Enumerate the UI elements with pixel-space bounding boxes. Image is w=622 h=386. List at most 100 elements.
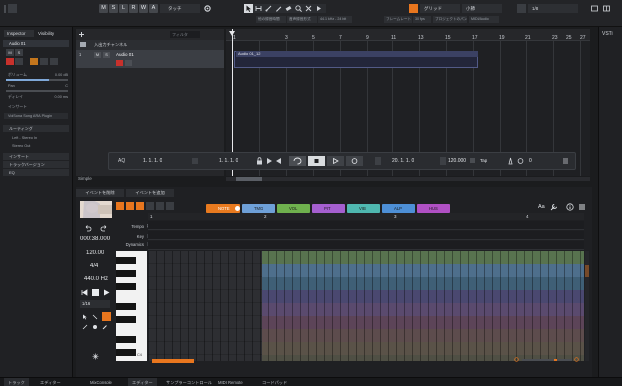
write-mode-button[interactable]: W [139, 4, 148, 13]
punch-in-icon[interactable] [266, 157, 273, 165]
pan-slider[interactable] [6, 90, 68, 92]
zoom-in-icon[interactable] [574, 357, 580, 363]
mute-mode-button[interactable]: M [99, 4, 108, 13]
zoom-tool-icon[interactable] [294, 4, 303, 13]
track-monitor-button[interactable] [125, 60, 132, 66]
right-locator-display[interactable]: 1. 1. 1. 0 [219, 158, 238, 164]
track-solo-button[interactable]: S [103, 52, 110, 58]
track-record-button[interactable] [116, 60, 123, 66]
section-eq[interactable]: EQ [3, 169, 69, 176]
toolbar-button-2[interactable] [8, 4, 17, 13]
tempo-display[interactable]: 120.000 [448, 158, 466, 164]
mute-tool-icon[interactable] [304, 4, 313, 13]
wrench-icon[interactable] [550, 203, 558, 211]
tab-inspector[interactable]: Inspector [4, 30, 34, 37]
draw-tool-icon[interactable] [274, 4, 283, 13]
pencil-tool-icon[interactable] [102, 312, 111, 321]
track-filter-input[interactable]: フィルタ [170, 31, 200, 38]
play-button[interactable] [327, 156, 344, 166]
tab-track[interactable]: トラック [4, 378, 29, 386]
eraser-tool-icon[interactable] [92, 324, 98, 330]
lock-icon[interactable] [256, 157, 263, 165]
section-inserts[interactable]: インサート [3, 153, 69, 160]
solo-mode-button[interactable]: S [109, 4, 118, 13]
click-toggle-icon[interactable] [507, 157, 514, 165]
read-mode-button[interactable]: R [129, 4, 138, 13]
tab-visibility[interactable]: Visibility [36, 30, 66, 37]
tab-vib[interactable]: VIB [347, 204, 380, 213]
audio-track-row[interactable]: 1 M S Audio 01 [76, 50, 224, 68]
tab-midi-remote[interactable]: MIDI Remote [214, 378, 247, 386]
scrollbar-thumb[interactable] [236, 177, 262, 181]
left-locator-display[interactable]: 1. 1. 1. 0 [143, 158, 162, 164]
ruler-bar[interactable] [226, 29, 590, 41]
delete-event-button[interactable]: イベントを削除 [76, 189, 124, 197]
tab-sampler-control[interactable]: サンプラーコントロール [162, 378, 216, 386]
editor-stop-button[interactable] [92, 289, 99, 296]
window-layout-icon[interactable] [590, 4, 599, 13]
note-more-tool-icon[interactable] [166, 202, 174, 210]
undo-icon[interactable] [84, 224, 92, 232]
zoom-slider-handle[interactable] [554, 359, 557, 361]
note-scissors-tool-icon[interactable] [146, 202, 154, 210]
automation-mode-select[interactable]: タッチ [160, 4, 200, 13]
range-tool-icon[interactable] [254, 4, 263, 13]
go-to-start-button[interactable] [81, 289, 88, 296]
line-tool-icon[interactable] [82, 324, 88, 330]
folder-track[interactable]: 入出力チャンネル [76, 40, 224, 50]
erase-tool-icon[interactable] [284, 4, 293, 13]
left-locator-icon[interactable] [192, 158, 198, 164]
locator-flag-icon[interactable] [375, 157, 381, 165]
add-track-icon[interactable] [78, 31, 85, 38]
input-routing[interactable]: Left - Stereo In [4, 135, 68, 141]
inspector-edit-button[interactable] [30, 58, 38, 65]
marker-icon[interactable] [440, 157, 446, 165]
grid-type-select[interactable]: 小節 [462, 4, 502, 13]
inspector-solo-button[interactable]: S [15, 49, 23, 56]
automation-mode-button[interactable]: A [149, 4, 158, 13]
quantize-preset-select[interactable]: 1/8 [528, 4, 578, 13]
inspector-track-header[interactable]: Audio 01 [3, 40, 69, 47]
window-layout-icon-2[interactable] [602, 4, 611, 13]
gear-icon[interactable] [203, 4, 212, 13]
output-routing[interactable]: Stereo Out [4, 143, 68, 149]
text-size-button[interactable]: Aa [538, 204, 545, 210]
tab-mixconsole[interactable]: MixConsole [86, 378, 116, 386]
singer-avatar[interactable] [80, 201, 112, 218]
track-mute-button[interactable]: M [94, 52, 101, 58]
piano-keyboard[interactable]: C4 [116, 251, 147, 361]
arrow-tool-icon[interactable] [82, 314, 88, 320]
editor-play-button[interactable] [103, 289, 110, 296]
inspector-read-button[interactable] [40, 58, 48, 65]
add-event-button[interactable]: イベントを追加 [126, 189, 174, 197]
transport-settings-icon[interactable] [562, 157, 569, 165]
section-track-version[interactable]: トラックバージョン [3, 161, 69, 168]
sync-icon[interactable] [517, 157, 524, 165]
note-select-tool-icon[interactable] [116, 202, 124, 210]
tempo-dropdown-icon[interactable] [470, 158, 475, 163]
section-routing[interactable]: ルーティング [3, 125, 69, 132]
pointer-tool-icon[interactable] [92, 314, 98, 320]
note-ruler[interactable] [148, 213, 584, 220]
note-glue-tool-icon[interactable] [156, 202, 164, 210]
tab-alp[interactable]: ALP [382, 204, 415, 213]
snap-toggle-button[interactable] [409, 4, 418, 13]
horizontal-scrollbar[interactable] [226, 177, 590, 181]
dynamics-track-lane[interactable] [148, 241, 584, 250]
play-tool-icon[interactable] [314, 4, 323, 13]
zoom-out-icon[interactable] [514, 357, 520, 363]
tap-tempo[interactable]: Tap [480, 158, 487, 163]
snap-type-select[interactable]: グリッド [420, 4, 460, 13]
info-icon[interactable] [566, 203, 574, 211]
listen-mode-button[interactable]: L [119, 4, 128, 13]
tab-hus[interactable]: HUS [417, 204, 450, 213]
piano-roll-grid[interactable] [148, 251, 584, 361]
volume-slider[interactable] [6, 79, 68, 81]
menu-icon[interactable] [578, 203, 586, 211]
zoom-slider[interactable] [522, 359, 572, 361]
position-display[interactable]: 20. 1. 1. 0 [392, 158, 414, 164]
vertical-scrollbar[interactable] [585, 251, 589, 361]
inspector-mute-button[interactable]: M [6, 49, 14, 56]
snowflake-icon[interactable] [92, 353, 99, 360]
key-track-lane[interactable] [148, 231, 584, 240]
